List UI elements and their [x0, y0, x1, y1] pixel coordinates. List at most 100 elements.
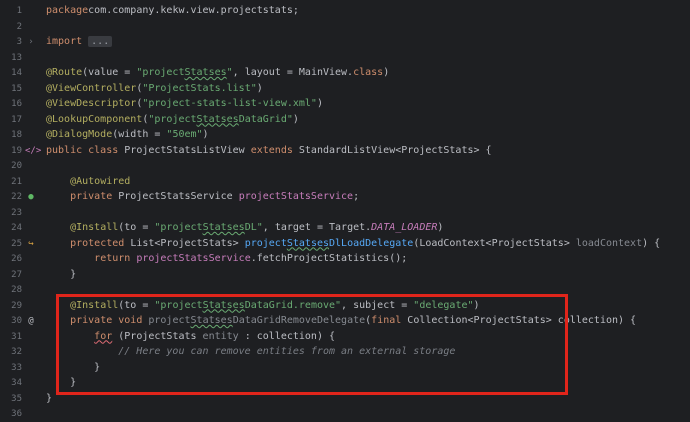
token: } — [46, 377, 77, 388]
code-text: @ViewDescriptor("project-stats-list-view… — [46, 96, 323, 112]
token: @Autowired — [70, 175, 131, 187]
token: loadContext — [575, 237, 643, 249]
token: (value = — [82, 67, 137, 78]
token: com.company.kekw.view.projectstats; — [88, 5, 299, 16]
code-line[interactable]: 18 @DialogMode(width = "50em") — [0, 127, 690, 143]
code-line[interactable]: 1 packagecom.company.kekw.view.projectsta… — [0, 3, 690, 19]
line-number: 2 — [16, 21, 22, 32]
token: @ViewDescriptor — [46, 98, 137, 109]
line-number: 22 — [11, 192, 22, 202]
line-number: 24 — [11, 223, 22, 233]
token: ) — [316, 98, 323, 109]
code-editor[interactable]: 1 packagecom.company.kekw.view.projectsta… — [0, 0, 690, 419]
token: "ProjectStats.list" — [142, 82, 257, 94]
line-number: 23 — [11, 207, 22, 218]
code-line[interactable]: 13 — [0, 50, 690, 66]
line-number: 32 — [11, 347, 22, 357]
code-line[interactable]: 25 ↪ protected List<ProjectStats> project… — [0, 236, 690, 252]
token: @Install — [70, 222, 119, 233]
token: DataGrid.remove" — [244, 299, 342, 311]
token: class — [353, 67, 384, 78]
token: @ViewController — [46, 82, 137, 94]
code-line[interactable]: 17 @LookupComponent("projectStatsesDataGr… — [0, 112, 690, 128]
bean-icon[interactable]: ● — [25, 189, 37, 205]
token: @Route — [46, 67, 83, 78]
code-line[interactable]: 16 @ViewDescriptor("project-stats-list-vi… — [0, 96, 690, 112]
code-line[interactable]: 29 @Install(to = "projectStatsesDataGrid… — [0, 298, 690, 314]
token: private void — [70, 315, 149, 326]
token: ) — [202, 129, 209, 140]
token: Statses — [196, 113, 239, 125]
line-number: 18 — [11, 130, 22, 140]
code-line[interactable]: 23 — [0, 205, 690, 221]
token: ProjectStatsService — [118, 191, 239, 202]
token: project — [244, 237, 287, 249]
token: ) — [437, 222, 444, 233]
code-text: return projectStatsService.fetchProjectS… — [46, 251, 407, 267]
token: entity — [202, 330, 239, 342]
xml-tag-icon[interactable]: </> — [25, 143, 41, 159]
code-text: @Route(value = "projectStatses", layout … — [46, 65, 389, 81]
token: private — [70, 191, 119, 202]
token: DataGridRemoveDelegate — [232, 315, 366, 326]
token: DATA_LOADER — [371, 222, 438, 233]
line-number: 19 — [11, 145, 22, 156]
token: List<ProjectStats> — [130, 237, 245, 249]
token: ; — [353, 191, 360, 202]
token: package — [46, 5, 89, 16]
code-line[interactable]: 24 @Install(to = "projectStatsesDL", tar… — [0, 220, 690, 236]
token: projectStatsService — [238, 191, 354, 202]
code-line[interactable]: 36 — [0, 406, 690, 422]
line-number: 17 — [11, 114, 22, 125]
code-line[interactable]: 3 › import ... — [0, 34, 690, 50]
install-icon[interactable]: ↪ — [25, 236, 37, 252]
token: } — [46, 268, 77, 280]
token: return — [94, 253, 137, 264]
code-line[interactable]: 14 @Route(value = "projectStatses", layou… — [0, 65, 690, 81]
code-line[interactable]: 20 — [0, 158, 690, 174]
code-text: @Install(to = "projectStatsesDL", target… — [46, 220, 443, 236]
code-line[interactable]: 31 for (ProjectStats entity : collection… — [0, 329, 690, 345]
line-number: 14 — [11, 68, 22, 78]
code-line[interactable]: 22 ● private ProjectStatsService projectS… — [0, 189, 690, 205]
code-text: @DialogMode(width = "50em") — [46, 127, 209, 143]
token: ProjectStatsListView — [124, 144, 251, 156]
code-text: @ViewController("ProjectStats.list") — [46, 81, 263, 97]
code-line[interactable]: 34 } — [0, 375, 690, 391]
code-line[interactable]: 15 @ViewController("ProjectStats.list") — [0, 81, 690, 97]
code-text: } — [46, 375, 76, 391]
code-line[interactable]: 26 return projectStatsService.fetchProje… — [0, 251, 690, 267]
code-line[interactable]: 35} — [0, 391, 690, 407]
code-line[interactable]: 19 </> public class ProjectStatsListView e… — [0, 143, 690, 159]
code-line[interactable]: 30 @ private void projectStatsesDataGridR… — [0, 313, 690, 329]
token: : collection) { — [238, 330, 335, 342]
fold-arrow-icon[interactable]: › — [25, 34, 37, 50]
token: ) — [383, 67, 390, 78]
line-number: 29 — [11, 300, 22, 311]
line-number: 30 — [11, 316, 22, 326]
token: "delegate" — [413, 299, 474, 311]
code-line[interactable]: 33 } — [0, 360, 690, 376]
code-text: @Autowired — [46, 174, 130, 190]
line-number: 35 — [11, 393, 22, 404]
token: projectStatsService — [136, 253, 251, 264]
code-line[interactable]: 32 // Here you can remove entities from … — [0, 344, 690, 360]
token: "project — [136, 67, 185, 78]
token: ) — [473, 299, 480, 311]
code-line[interactable]: 21 @Autowired — [0, 174, 690, 190]
token: @DialogMode — [46, 129, 113, 140]
code-line[interactable]: 27 } — [0, 267, 690, 283]
token: Statses — [286, 237, 330, 249]
code-text: } — [46, 360, 100, 376]
code-text: protected List<ProjectStats> projectStat… — [46, 236, 660, 252]
code-line[interactable]: 2 — [0, 19, 690, 35]
code-line[interactable]: 28 — [0, 282, 690, 298]
token: "project — [154, 299, 203, 311]
line-number: 28 — [11, 285, 22, 295]
at-icon[interactable]: @ — [25, 313, 37, 329]
token: .fetchProjectStatistics(); — [250, 253, 408, 264]
token: (to = — [118, 299, 155, 311]
